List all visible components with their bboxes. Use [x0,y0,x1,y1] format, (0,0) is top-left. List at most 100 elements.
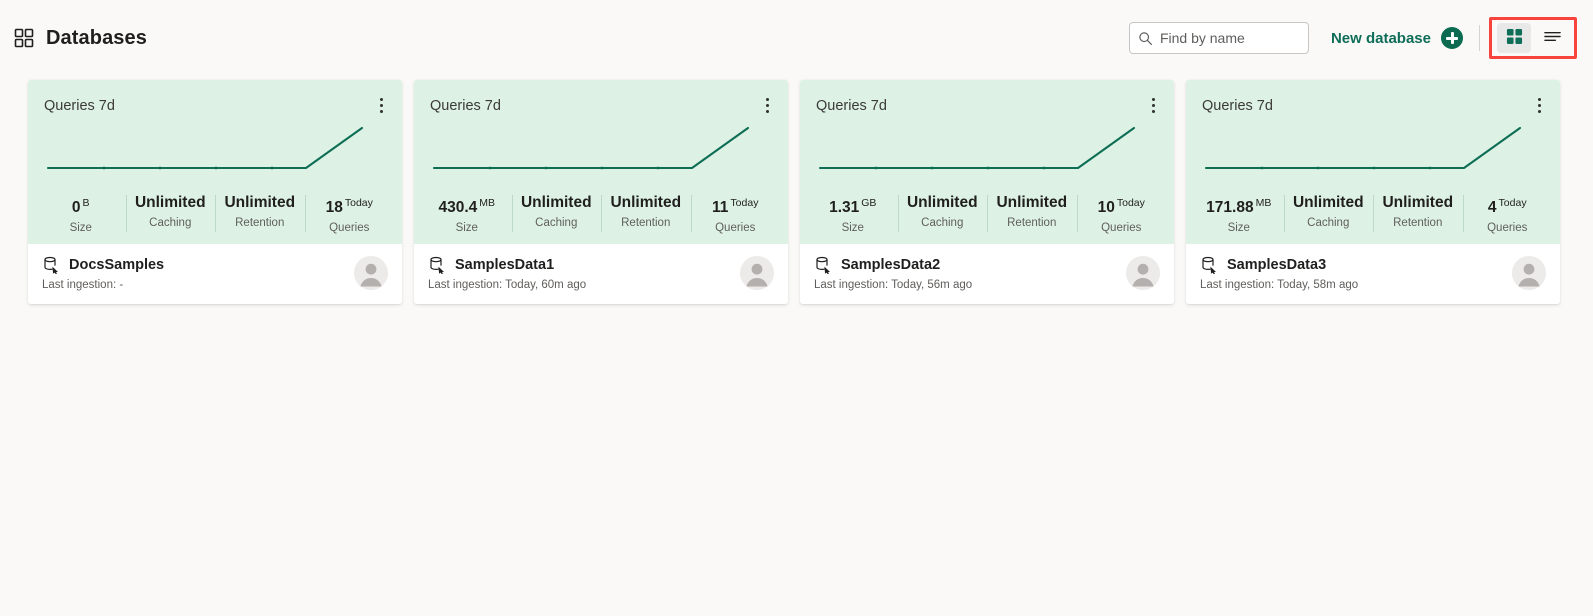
database-icon [1200,256,1218,274]
stat-queries-unit: Today [1116,196,1145,209]
stat-queries-value: 10 [1097,199,1115,216]
stat-size: 1.31 GB Size [808,193,898,234]
stat-size-label: Size [1227,222,1250,234]
stat-size-unit: B [82,196,90,209]
card-footer: DocsSamples Last ingestion: - [28,244,402,304]
stat-caching-value: Unlimited [134,193,206,211]
database-name-row: DocsSamples [42,256,354,274]
person-avatar-icon [354,256,388,290]
stat-retention-value: Unlimited [224,193,296,211]
kebab-menu-icon[interactable] [1530,94,1548,116]
stat-queries: 4 Today Queries [1462,193,1553,234]
stat-retention-value: Unlimited [610,193,682,211]
person-avatar-icon [1126,256,1160,290]
stat-caching: Unlimited Caching [511,193,602,234]
list-view-icon [1543,28,1562,48]
card-chart-title: Queries 7d [1202,98,1273,114]
page-header: Databases New database [0,0,1593,76]
stat-size-unit: MB [479,196,496,209]
database-name-row: SamplesData1 [428,256,740,274]
kebab-menu-icon[interactable] [372,94,390,116]
card-footer-text: SamplesData1 Last ingestion: Today, 60m … [428,256,740,291]
list-view-button[interactable] [1535,23,1569,53]
card-chart-panel: Queries 7d 430.4 MB Size Unlimited Cachin… [414,80,788,244]
database-card[interactable]: Queries 7d 430.4 MB Size Unlimited Cachin… [414,80,788,304]
database-name: SamplesData2 [841,256,941,273]
database-icon [428,256,446,274]
stat-queries-label: Queries [329,222,370,234]
stat-queries-label: Queries [1101,222,1142,234]
card-stats-row: 171.88 MB Size Unlimited Caching Unlimite… [1186,193,1560,234]
stat-queries-label: Queries [1487,222,1528,234]
database-name: SamplesData3 [1227,256,1327,273]
grid-view-button[interactable] [1497,23,1531,53]
card-chart-title: Queries 7d [816,98,887,114]
queries-sparkline [818,126,1136,170]
stat-caching: Unlimited Caching [125,193,216,234]
person-avatar-icon [740,256,774,290]
card-footer: SamplesData3 Last ingestion: Today, 58m … [1186,244,1560,304]
stat-size: 430.4 MB Size [422,193,512,234]
stat-queries-value: 18 [325,199,343,216]
stat-queries-unit: Today [1498,196,1527,209]
database-card[interactable]: Queries 7d 1.31 GB Size Unlimited Caching [800,80,1174,304]
last-ingestion-text: Last ingestion: - [42,278,124,291]
stat-retention: Unlimited Retention [601,193,691,234]
stat-caching-label: Caching [535,216,578,229]
database-icon [814,256,832,274]
search-box[interactable] [1128,22,1309,54]
new-database-label: New database [1330,29,1431,47]
stat-size-value: 1.31 [829,199,860,216]
database-name-row: SamplesData2 [814,256,1126,274]
card-footer: SamplesData1 Last ingestion: Today, 60m … [414,244,788,304]
search-icon [1138,31,1153,46]
last-ingestion-text: Last ingestion: Today, 56m ago [814,278,973,291]
person-avatar-icon [1512,256,1546,290]
stat-queries-unit: Today [344,196,373,209]
database-name-row: SamplesData3 [1200,256,1512,274]
stat-retention-value: Unlimited [996,193,1068,211]
stat-queries-unit: Today [730,196,759,209]
stat-retention: Unlimited Retention [987,193,1077,234]
database-name: DocsSamples [69,256,165,273]
stat-size-value: 171.88 [1206,199,1254,216]
stat-size-label: Size [841,222,864,234]
stat-size-label: Size [455,222,478,234]
toolbar-divider [1479,25,1480,51]
queries-sparkline [1204,126,1522,170]
card-chart-panel: Queries 7d 1.31 GB Size Unlimited Caching [800,80,1174,244]
stat-caching-label: Caching [1307,216,1350,229]
stat-size-value: 430.4 [438,199,478,216]
card-footer-text: SamplesData2 Last ingestion: Today, 56m … [814,256,1126,291]
database-card[interactable]: Queries 7d 0B Size Unlimited Caching Unl… [28,80,402,304]
new-database-button[interactable]: New database [1309,18,1477,58]
header-left: Databases [14,27,147,50]
stat-caching-label: Caching [149,216,192,229]
stat-size-label: Size [69,222,92,234]
card-chart-panel: Queries 7d 0B Size Unlimited Caching Unl… [28,80,402,244]
plus-circle-icon [1441,27,1463,49]
stat-queries: 18 Today Queries [304,193,395,234]
card-footer-text: SamplesData3 Last ingestion: Today, 58m … [1200,256,1512,291]
stat-caching: Unlimited Caching [1283,193,1374,234]
queries-sparkline [432,126,750,170]
card-stats-row: 0B Size Unlimited Caching Unlimited Rete… [28,193,402,234]
stat-retention-label: Retention [1007,216,1057,229]
search-input[interactable] [1159,30,1300,46]
page-title: Databases [46,26,147,49]
card-stats-row: 430.4 MB Size Unlimited Caching Unlimited… [414,193,788,234]
kebab-menu-icon[interactable] [1144,94,1162,116]
stat-queries-value: 11 [712,199,729,216]
kebab-menu-icon[interactable] [758,94,776,116]
stat-caching-label: Caching [921,216,964,229]
stat-queries-value: 4 [1487,199,1497,216]
last-ingestion-text: Last ingestion: Today, 60m ago [428,278,587,291]
card-footer-text: DocsSamples Last ingestion: - [42,256,354,291]
database-icon [42,256,60,274]
stat-retention-value: Unlimited [1382,193,1454,211]
stat-queries-label: Queries [715,222,756,234]
card-chart-title: Queries 7d [44,98,115,114]
database-name: SamplesData1 [455,256,555,273]
stat-retention-label: Retention [235,216,285,229]
database-card[interactable]: Queries 7d 171.88 MB Size Unlimited Cachi… [1186,80,1560,304]
